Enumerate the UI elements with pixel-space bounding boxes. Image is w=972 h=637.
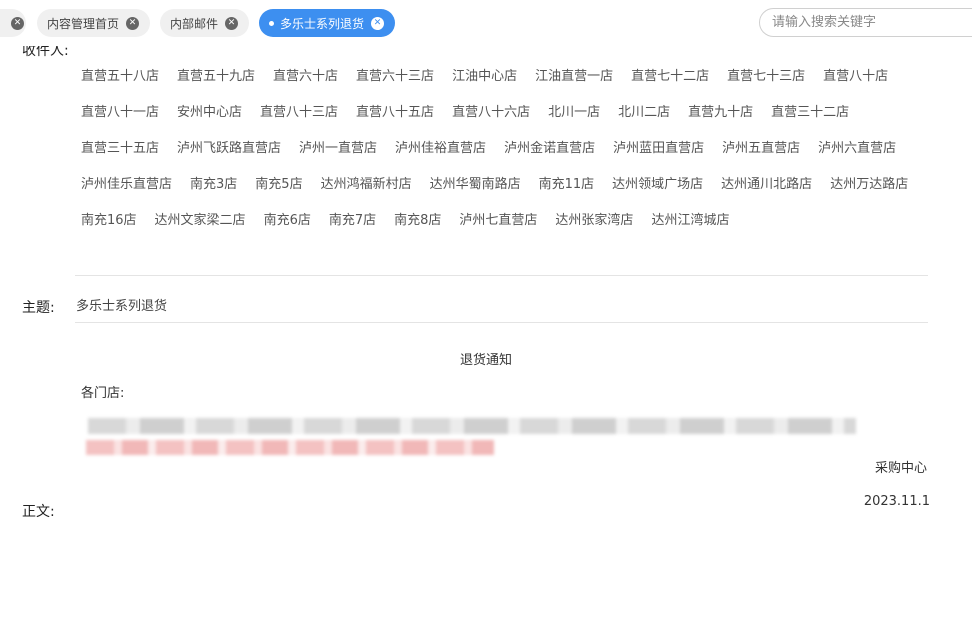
recipient-item[interactable]: 北川一店 [542, 96, 606, 132]
tab-bar: ✕ 内容管理首页 ✕ 内部邮件 ✕ 多乐士系列退货 ✕ [0, 0, 972, 44]
recipient-item[interactable]: 达州江湾城店 [645, 204, 735, 240]
recipient-item[interactable]: 南充6店 [258, 204, 317, 240]
signature-date: 2023.11.1 [863, 494, 930, 509]
recipient-item[interactable]: 达州领域广场店 [606, 168, 709, 204]
tab-previous[interactable]: ✕ [0, 9, 26, 37]
active-dot-icon [269, 20, 274, 26]
recipient-item[interactable]: 南充3店 [184, 168, 243, 204]
recipient-item[interactable]: 直营八十三店 [254, 96, 344, 132]
divider [75, 275, 928, 276]
subject-label: 主题: [22, 300, 55, 316]
recipient-item[interactable]: 直营六十三店 [350, 60, 440, 96]
recipient-list: 直营五十八店 直营五十九店 直营六十店 直营六十三店 江油中心店 江油直营一店 直营七十二店… [75, 60, 930, 240]
recipient-item[interactable]: 直营八十店 [817, 60, 894, 96]
divider [75, 322, 928, 323]
tab-dulux-return[interactable]: 多乐士系列退货 ✕ [259, 9, 395, 37]
recipient-item[interactable]: 直营七十二店 [625, 60, 715, 96]
close-icon[interactable]: ✕ [126, 16, 140, 30]
recipient-item[interactable]: 江油直营一店 [529, 60, 619, 96]
tab-label: 内容管理首页 [47, 16, 120, 31]
notice-greeting: 各门店: [81, 386, 125, 401]
recipient-item[interactable]: 直营六十店 [267, 60, 344, 96]
recipient-item[interactable]: 南充16店 [75, 204, 143, 240]
recipient-item[interactable]: 直营七十三店 [721, 60, 811, 96]
recipient-item[interactable]: 直营三十二店 [765, 96, 855, 132]
redacted-text-highlight [86, 440, 494, 455]
recipient-item[interactable]: 直营八十六店 [446, 96, 536, 132]
recipient-item[interactable]: 南充11店 [533, 168, 601, 204]
notice-title: 退货通知 [459, 353, 512, 368]
recipient-item[interactable]: 达州万达路店 [824, 168, 914, 204]
subject-value: 多乐士系列退货 [76, 299, 168, 314]
recipients-label: 收件人: [22, 46, 69, 59]
recipient-item[interactable]: 南充8店 [388, 204, 447, 240]
recipient-item[interactable]: 泸州佳裕直营店 [389, 132, 492, 168]
recipient-item[interactable]: 达州鸿福新村店 [315, 168, 418, 204]
close-icon[interactable]: ✕ [371, 16, 385, 30]
recipient-item[interactable]: 直营九十店 [682, 96, 759, 132]
recipient-item[interactable]: 泸州六直营店 [812, 132, 902, 168]
recipient-item[interactable]: 达州张家湾店 [549, 204, 639, 240]
recipient-item[interactable]: 直营五十九店 [171, 60, 261, 96]
recipient-item[interactable]: 直营八十五店 [350, 96, 440, 132]
recipient-item[interactable]: 直营三十五店 [75, 132, 165, 168]
signature-department: 采购中心 [874, 461, 927, 476]
recipient-item[interactable]: 江油中心店 [446, 60, 523, 96]
recipient-item[interactable]: 泸州佳乐直营店 [75, 168, 178, 204]
close-icon[interactable]: ✕ [11, 16, 24, 30]
close-icon[interactable]: ✕ [225, 16, 239, 30]
search-input[interactable] [759, 8, 972, 37]
recipient-item[interactable]: 直营八十一店 [75, 96, 165, 132]
recipient-item[interactable]: 北川二店 [612, 96, 676, 132]
recipient-item[interactable]: 泸州一直营店 [293, 132, 383, 168]
body-label: 正文: [22, 504, 55, 520]
tab-label: 多乐士系列退货 [280, 16, 365, 31]
recipient-item[interactable]: 达州文家梁二店 [149, 204, 252, 240]
recipient-item[interactable]: 泸州金诺直营店 [498, 132, 601, 168]
recipient-item[interactable]: 南充5店 [249, 168, 308, 204]
redacted-text [88, 418, 856, 434]
tab-content-home[interactable]: 内容管理首页 ✕ [37, 9, 150, 37]
recipient-item[interactable]: 直营五十八店 [75, 60, 165, 96]
recipient-item[interactable]: 达州通川北路店 [715, 168, 818, 204]
tab-label: 内部邮件 [170, 16, 219, 31]
recipient-item[interactable]: 南充7店 [323, 204, 382, 240]
recipient-item[interactable]: 安州中心店 [171, 96, 248, 132]
recipient-item[interactable]: 泸州七直营店 [453, 204, 543, 240]
tab-internal-mail[interactable]: 内部邮件 ✕ [160, 9, 249, 37]
recipient-item[interactable]: 泸州蓝田直营店 [607, 132, 710, 168]
recipient-item[interactable]: 达州华蜀南路店 [424, 168, 527, 204]
recipient-item[interactable]: 泸州五直营店 [716, 132, 806, 168]
recipient-item[interactable]: 泸州飞跃路直营店 [171, 132, 287, 168]
